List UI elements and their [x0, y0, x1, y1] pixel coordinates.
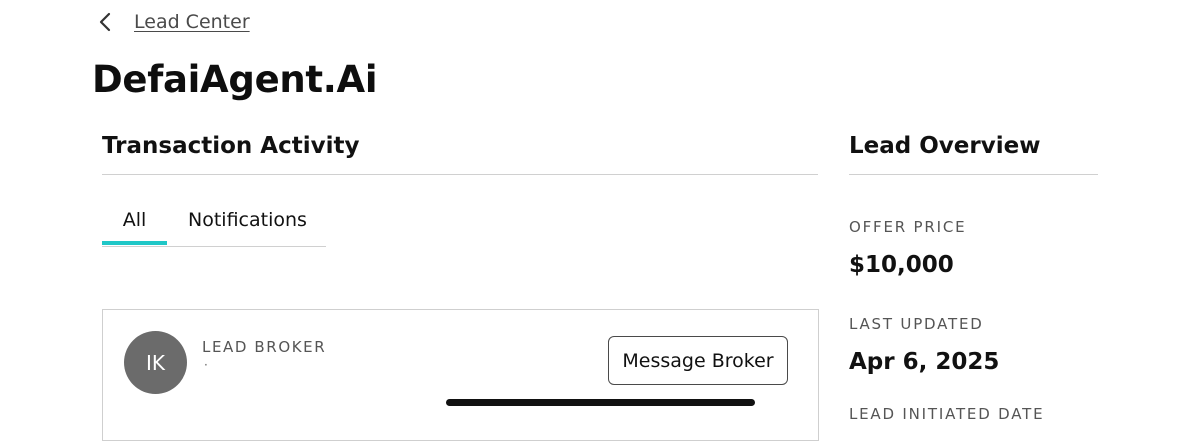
offer-price-label: OFFER PRICE — [849, 218, 967, 236]
activity-tabs: All Notifications — [102, 205, 326, 247]
active-tab-indicator — [102, 241, 167, 245]
chevron-left-icon[interactable] — [98, 8, 126, 36]
avatar: IK — [124, 331, 187, 394]
lead-broker-name: · — [204, 358, 208, 372]
lead-overview-divider — [849, 174, 1098, 175]
breadcrumb-lead-center[interactable]: Lead Center — [134, 11, 250, 33]
tab-all-label: All — [122, 209, 147, 231]
message-broker-button[interactable]: Message Broker — [608, 336, 788, 385]
transaction-activity-title: Transaction Activity — [102, 133, 360, 159]
last-updated-value: Apr 6, 2025 — [849, 349, 1000, 375]
transaction-activity-divider — [102, 174, 818, 175]
tab-all[interactable]: All — [102, 205, 167, 245]
last-updated-label: LAST UPDATED — [849, 315, 984, 333]
offer-price-value: $10,000 — [849, 252, 954, 278]
home-indicator — [446, 399, 755, 406]
back-link[interactable]: Lead Center — [98, 8, 250, 36]
tab-notifications-label: Notifications — [188, 209, 307, 231]
lead-overview-title: Lead Overview — [849, 133, 1041, 159]
avatar-initials: IK — [145, 350, 165, 375]
tab-notifications[interactable]: Notifications — [188, 205, 307, 245]
lead-initiated-label: LEAD INITIATED DATE — [849, 405, 1045, 423]
page-title: DefaiAgent.Ai — [92, 58, 378, 101]
lead-broker-label: LEAD BROKER — [202, 338, 327, 356]
lead-broker-card: IK LEAD BROKER · Message Broker — [102, 309, 819, 441]
